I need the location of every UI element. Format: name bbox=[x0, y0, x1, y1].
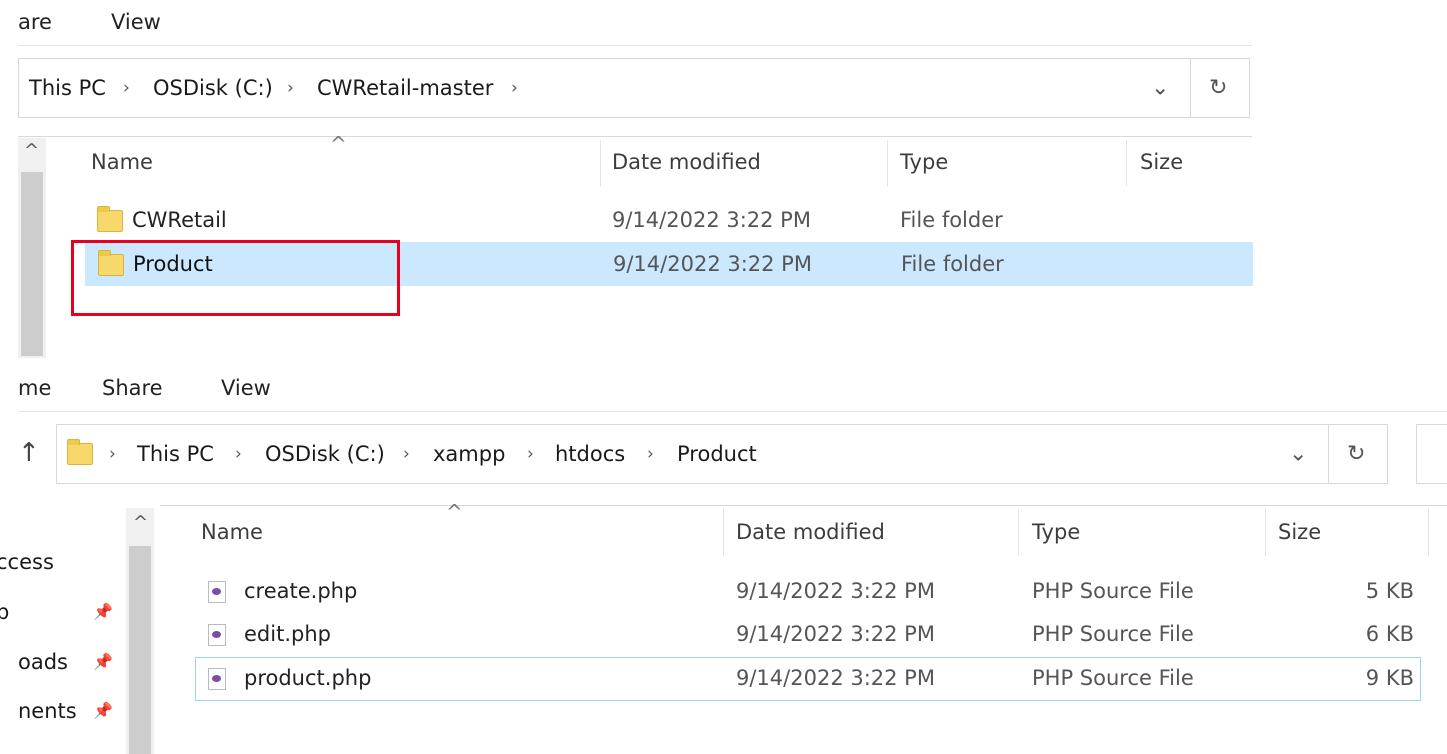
column-divider[interactable] bbox=[1126, 140, 1127, 186]
chevron-right-icon[interactable]: › bbox=[235, 444, 242, 464]
highlight-box bbox=[71, 240, 400, 316]
chevron-right-icon[interactable]: › bbox=[123, 78, 130, 98]
column-header-name[interactable]: Name bbox=[201, 520, 263, 544]
column-header-type[interactable]: Type bbox=[900, 150, 948, 174]
nav-item-documents[interactable]: nents bbox=[18, 699, 77, 723]
file-row-product-php[interactable]: product.php 9/14/2022 3:22 PM PHP Source… bbox=[195, 657, 1421, 701]
pin-icon: 📌 bbox=[93, 652, 113, 671]
pin-icon: 📌 bbox=[93, 701, 113, 720]
breadcrumb-product[interactable]: Product bbox=[677, 442, 757, 466]
ribbon-tab-home[interactable]: me bbox=[18, 376, 51, 400]
column-divider[interactable] bbox=[1428, 508, 1429, 556]
breadcrumb-this-pc[interactable]: This PC bbox=[29, 76, 106, 100]
refresh-button[interactable]: ↻ bbox=[1328, 424, 1388, 484]
ribbon-tab-view[interactable]: View bbox=[221, 376, 271, 400]
file-row-create-php[interactable]: create.php 9/14/2022 3:22 PM PHP Source … bbox=[196, 572, 1420, 612]
chevron-right-icon[interactable]: › bbox=[287, 78, 294, 98]
file-date: 9/14/2022 3:22 PM bbox=[613, 252, 812, 276]
file-size: 5 KB bbox=[1365, 579, 1414, 603]
address-bar[interactable]: › This PC › OSDisk (C:) › xampp › htdocs… bbox=[56, 424, 1330, 484]
scrollbar-thumb[interactable] bbox=[21, 172, 43, 356]
up-arrow-icon[interactable]: ↑ bbox=[18, 438, 40, 468]
file-date: 9/14/2022 3:22 PM bbox=[736, 666, 935, 690]
file-size: 6 KB bbox=[1365, 622, 1414, 646]
chevron-right-icon[interactable]: › bbox=[511, 78, 518, 98]
column-header-size[interactable]: Size bbox=[1140, 150, 1183, 174]
scroll-up-icon[interactable]: ^ bbox=[133, 512, 148, 533]
column-divider[interactable] bbox=[600, 140, 601, 186]
sort-caret-icon: ^ bbox=[330, 132, 347, 156]
nav-scrollbar[interactable]: ^ bbox=[126, 508, 154, 754]
file-date: 9/14/2022 3:22 PM bbox=[736, 622, 935, 646]
breadcrumb-xampp[interactable]: xampp bbox=[433, 442, 505, 466]
column-divider[interactable] bbox=[887, 140, 888, 186]
column-header-size[interactable]: Size bbox=[1278, 520, 1321, 544]
file-name: CWRetail bbox=[132, 208, 227, 232]
breadcrumb-osdisk[interactable]: OSDisk (C:) bbox=[265, 442, 385, 466]
ribbon-divider bbox=[18, 45, 1252, 46]
address-bar[interactable]: This PC › OSDisk (C:) › CWRetail-master … bbox=[18, 58, 1192, 118]
breadcrumb-osdisk[interactable]: OSDisk (C:) bbox=[153, 76, 273, 100]
ribbon-tab-share[interactable]: Share bbox=[102, 376, 163, 400]
refresh-icon: ↻ bbox=[1209, 75, 1228, 101]
ribbon-divider bbox=[18, 411, 1447, 412]
file-name: edit.php bbox=[244, 622, 331, 646]
scroll-up-icon[interactable]: ^ bbox=[24, 140, 39, 161]
breadcrumb-this-pc[interactable]: This PC bbox=[137, 442, 214, 466]
folder-icon bbox=[97, 206, 123, 232]
file-name: create.php bbox=[244, 579, 358, 603]
nav-item-desktop[interactable]: p bbox=[0, 600, 9, 624]
file-type: File folder bbox=[900, 208, 1003, 232]
nav-scrollbar[interactable]: ^ bbox=[18, 138, 46, 358]
file-type: File folder bbox=[901, 252, 1004, 276]
chevron-right-icon[interactable]: › bbox=[403, 444, 410, 464]
nav-item-downloads[interactable]: oads bbox=[18, 650, 68, 674]
file-type: PHP Source File bbox=[1032, 622, 1194, 646]
php-file-icon bbox=[208, 668, 226, 690]
file-date: 9/14/2022 3:22 PM bbox=[612, 208, 811, 232]
file-row-cwretail[interactable]: CWRetail 9/14/2022 3:22 PM File folder bbox=[85, 200, 1252, 240]
file-type: PHP Source File bbox=[1032, 579, 1194, 603]
scrollbar-thumb[interactable] bbox=[129, 546, 151, 754]
pin-icon: 📌 bbox=[93, 602, 113, 621]
column-divider[interactable] bbox=[1265, 508, 1266, 556]
php-file-icon bbox=[208, 624, 226, 646]
ribbon-tab-share[interactable]: are bbox=[18, 10, 52, 34]
chevron-down-icon[interactable]: ⌄ bbox=[1289, 442, 1307, 467]
breadcrumb-cwretail-master[interactable]: CWRetail-master bbox=[317, 76, 493, 100]
chevron-right-icon[interactable]: › bbox=[647, 444, 654, 464]
ribbon-tab-view[interactable]: View bbox=[111, 10, 161, 34]
file-date: 9/14/2022 3:22 PM bbox=[736, 579, 935, 603]
chevron-down-icon[interactable]: ⌄ bbox=[1151, 76, 1169, 101]
folder-icon bbox=[67, 439, 93, 465]
column-header-type[interactable]: Type bbox=[1032, 520, 1080, 544]
column-header-date[interactable]: Date modified bbox=[736, 520, 885, 544]
search-box[interactable] bbox=[1416, 424, 1447, 484]
column-header-name[interactable]: Name bbox=[91, 150, 153, 174]
breadcrumb-htdocs[interactable]: htdocs bbox=[555, 442, 625, 466]
chevron-right-icon[interactable]: › bbox=[109, 444, 116, 464]
refresh-button[interactable]: ↻ bbox=[1190, 58, 1250, 118]
file-size: 9 KB bbox=[1365, 666, 1414, 690]
column-divider[interactable] bbox=[1018, 508, 1019, 556]
nav-item-quick-access[interactable]: ccess bbox=[0, 550, 54, 574]
chevron-right-icon[interactable]: › bbox=[527, 444, 534, 464]
file-type: PHP Source File bbox=[1032, 666, 1194, 690]
header-divider bbox=[18, 136, 1252, 137]
column-header-date[interactable]: Date modified bbox=[612, 150, 761, 174]
sort-caret-icon: ^ bbox=[446, 500, 463, 524]
file-name: product.php bbox=[244, 666, 372, 690]
file-row-edit-php[interactable]: edit.php 9/14/2022 3:22 PM PHP Source Fi… bbox=[196, 615, 1420, 655]
header-divider bbox=[160, 505, 1447, 506]
column-divider[interactable] bbox=[723, 508, 724, 556]
php-file-icon bbox=[208, 581, 226, 603]
refresh-icon: ↻ bbox=[1347, 441, 1366, 467]
